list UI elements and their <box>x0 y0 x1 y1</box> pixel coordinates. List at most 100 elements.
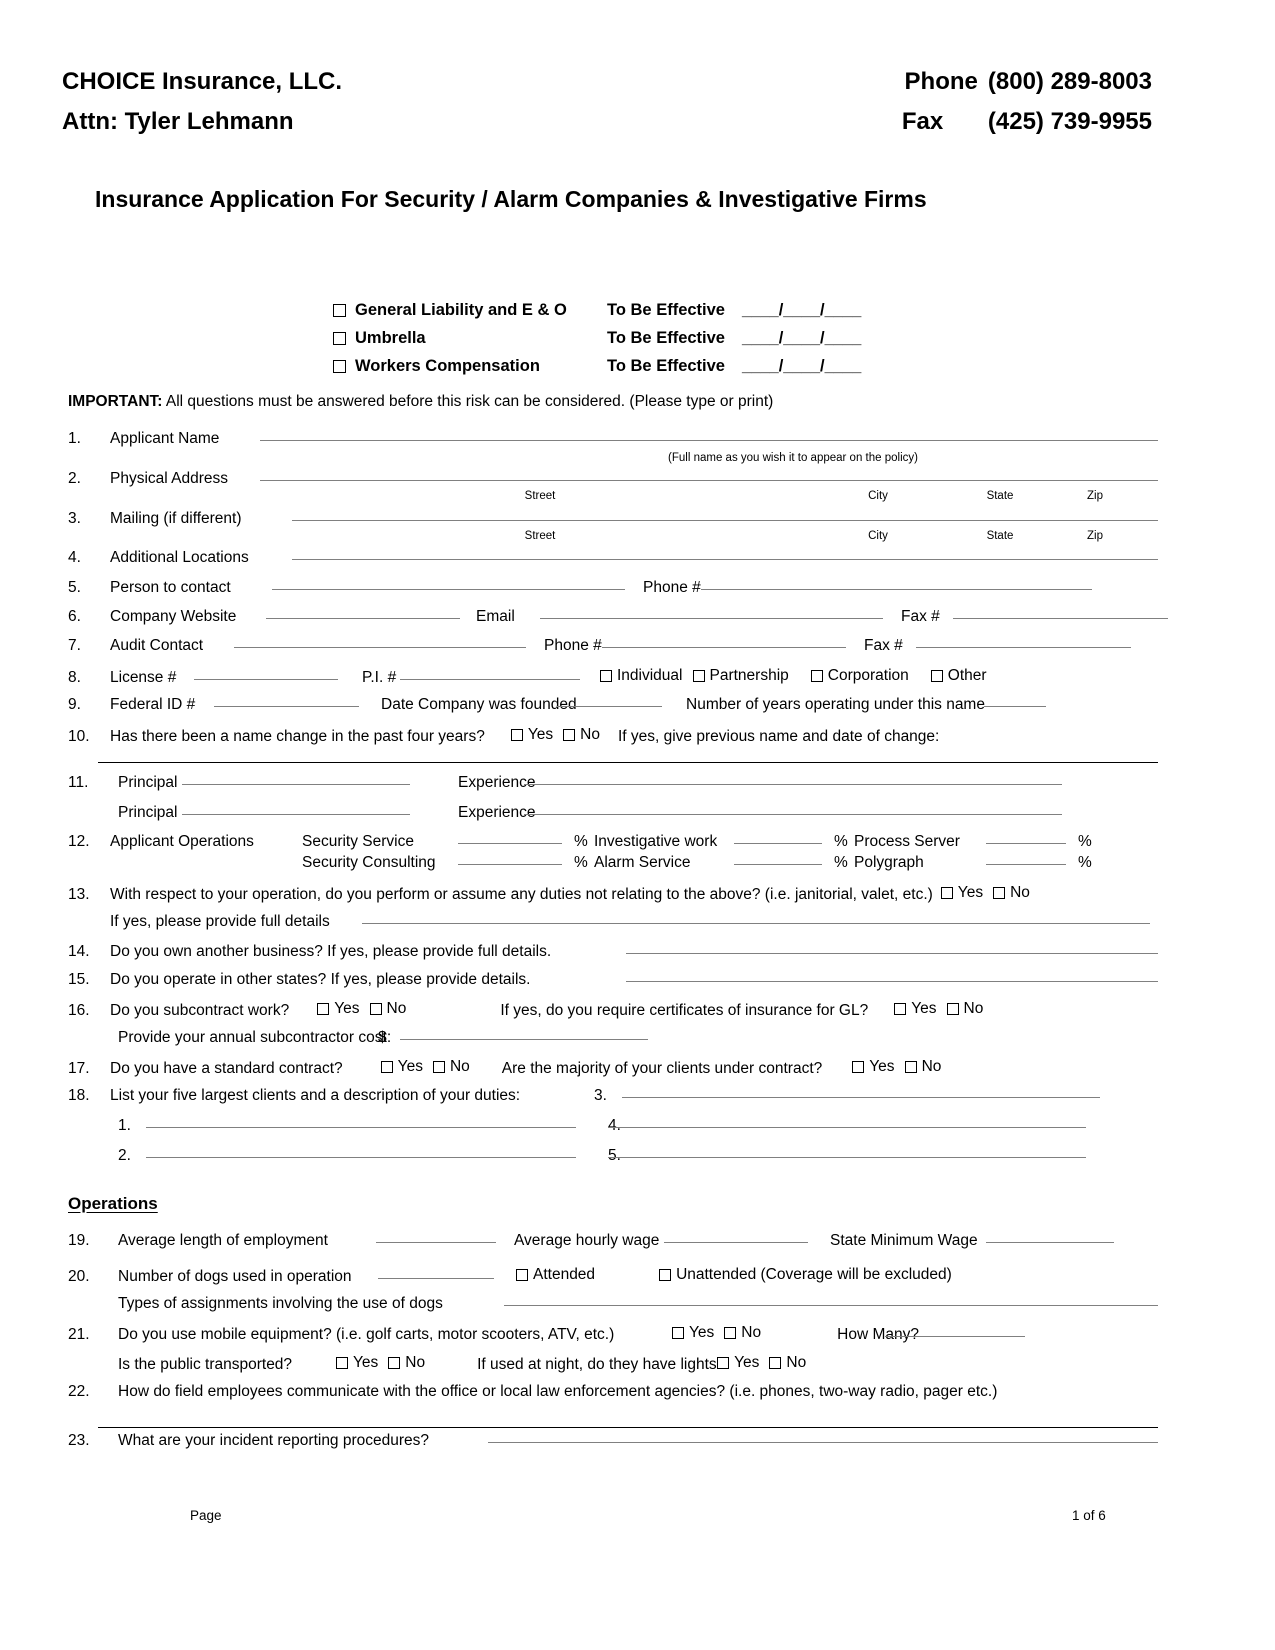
q5-phone-input[interactable] <box>701 589 1092 590</box>
effective-date-blank-3[interactable]: ____/____/____ <box>742 357 861 376</box>
q11-experience-input-2[interactable] <box>524 814 1062 815</box>
q10-no[interactable]: No <box>563 726 600 744</box>
q19-state-min-wage-input[interactable] <box>986 1242 1114 1243</box>
q16-cost-input[interactable] <box>400 1039 648 1040</box>
q8-license-number-input[interactable] <box>194 679 338 680</box>
checkbox-other[interactable] <box>930 670 943 682</box>
checkbox-partnership[interactable] <box>692 670 705 682</box>
q18-client-input-4[interactable] <box>608 1127 1086 1128</box>
q12-input-security-consulting[interactable] <box>458 864 562 865</box>
q12-input-security-service[interactable] <box>458 843 562 844</box>
q21-how-many-input[interactable] <box>885 1336 1026 1337</box>
q17b-yes[interactable]: Yes <box>852 1058 895 1076</box>
q17-no[interactable]: No <box>432 1058 470 1076</box>
q15-input[interactable] <box>626 981 1158 982</box>
q7-phone-input[interactable] <box>602 647 846 648</box>
q12-input-polygraph[interactable] <box>986 864 1066 865</box>
q18-client-input-5[interactable] <box>608 1157 1086 1158</box>
q2-physical-address-input[interactable] <box>260 480 1158 481</box>
checkbox-q17-no[interactable] <box>432 1061 445 1073</box>
checkbox-umbrella[interactable] <box>333 331 346 345</box>
q20-attended[interactable]: Attended <box>516 1266 595 1284</box>
checkbox-general-liability[interactable] <box>333 303 346 317</box>
q21-lights-no[interactable]: No <box>769 1354 806 1372</box>
checkbox-individual[interactable] <box>600 670 612 682</box>
q20-unattended[interactable]: Unattended (Coverage will be excluded) <box>659 1266 952 1284</box>
checkbox-q17-yes[interactable] <box>380 1061 393 1073</box>
q19-employment-length-input[interactable] <box>376 1242 496 1243</box>
q7-fax-input[interactable] <box>916 647 1131 648</box>
checkbox-q13-no[interactable] <box>993 887 1006 899</box>
q9-years-input[interactable] <box>984 706 1046 707</box>
entity-type-corporation[interactable]: Corporation <box>810 667 909 685</box>
q12-input-alarm-service[interactable] <box>734 864 822 865</box>
q11-experience-input-1[interactable] <box>524 784 1062 785</box>
q1-applicant-name-input[interactable] <box>260 440 1158 441</box>
checkbox-q21-yes[interactable] <box>672 1327 684 1339</box>
q21-no[interactable]: No <box>724 1324 761 1342</box>
q11-principal-input-2[interactable] <box>182 814 410 815</box>
q21-lights-yes[interactable]: Yes <box>717 1354 759 1372</box>
q7-audit-contact-input[interactable] <box>234 647 526 648</box>
checkbox-q16-no[interactable] <box>369 1003 382 1015</box>
checkbox-public-yes[interactable] <box>336 1357 348 1369</box>
q18-client-input-1[interactable] <box>146 1127 576 1128</box>
q20-dog-count-input[interactable] <box>378 1278 494 1279</box>
checkbox-corporation[interactable] <box>810 670 823 682</box>
q6-website-input[interactable] <box>266 618 460 619</box>
q8-pi-number-input[interactable] <box>400 679 580 680</box>
q21-public-no[interactable]: No <box>388 1354 425 1372</box>
checkbox-q13-yes[interactable] <box>940 887 953 899</box>
q12-input-investigative-work[interactable] <box>734 843 822 844</box>
checkbox-q10-no[interactable] <box>563 729 576 741</box>
checkbox-workers-compensation[interactable] <box>333 359 346 373</box>
checkbox-q10-yes[interactable] <box>510 729 523 741</box>
q11-principal-input-1[interactable] <box>182 784 410 785</box>
checkbox-q17b-yes[interactable] <box>852 1061 865 1073</box>
q12-input-process-server[interactable] <box>986 843 1066 844</box>
q16b-yes[interactable]: Yes <box>894 1000 937 1018</box>
entity-type-other[interactable]: Other <box>930 667 987 685</box>
q10-yes[interactable]: Yes <box>510 726 553 744</box>
q18-client-input-3[interactable] <box>622 1097 1100 1098</box>
q14-input[interactable] <box>626 953 1158 954</box>
checkbox-q16b-yes[interactable] <box>894 1003 907 1015</box>
q13-details-input[interactable] <box>362 923 1150 924</box>
checkbox-q16b-no[interactable] <box>946 1003 959 1015</box>
checkbox-unattended[interactable] <box>659 1269 672 1281</box>
q16b-no[interactable]: No <box>946 1000 983 1018</box>
effective-date-blank-1[interactable]: ____/____/____ <box>742 301 861 320</box>
checkbox-q21-no[interactable] <box>724 1327 737 1339</box>
checkbox-lights-no[interactable] <box>769 1357 782 1369</box>
effective-date-blank-2[interactable]: ____/____/____ <box>742 329 861 348</box>
checkbox-q17b-no[interactable] <box>904 1061 917 1073</box>
q18-client-input-2[interactable] <box>146 1157 576 1158</box>
q9-federal-id-input[interactable] <box>214 706 359 707</box>
checkbox-public-no[interactable] <box>388 1357 401 1369</box>
q21-yes[interactable]: Yes <box>672 1324 714 1342</box>
q21-public-yes[interactable]: Yes <box>336 1354 378 1372</box>
checkbox-attended[interactable] <box>516 1269 528 1281</box>
q17b-no[interactable]: No <box>904 1058 941 1076</box>
q13-yes[interactable]: Yes <box>940 884 983 902</box>
q16-number: 16. <box>68 1002 90 1019</box>
q16-yes[interactable]: Yes <box>317 1000 360 1018</box>
q9-founded-date-input[interactable] <box>557 706 662 707</box>
checkbox-lights-yes[interactable] <box>717 1357 730 1369</box>
entity-type-partnership[interactable]: Partnership <box>692 667 789 685</box>
q10-name-change-input[interactable] <box>98 762 1158 763</box>
q20-types-input[interactable] <box>504 1305 1158 1306</box>
q13-no[interactable]: No <box>993 884 1030 902</box>
q17-yes[interactable]: Yes <box>380 1058 423 1076</box>
q22-input[interactable] <box>98 1427 1158 1428</box>
checkbox-q16-yes[interactable] <box>317 1003 330 1015</box>
q3-mailing-address-input[interactable] <box>292 520 1158 521</box>
q19-hourly-wage-input[interactable] <box>664 1242 808 1243</box>
q16-no[interactable]: No <box>369 1000 406 1018</box>
q6-email-input[interactable] <box>540 618 883 619</box>
q23-input[interactable] <box>488 1442 1158 1443</box>
q4-additional-locations-input[interactable] <box>292 559 1158 560</box>
q5-contact-person-input[interactable] <box>272 589 625 590</box>
q6-fax-input[interactable] <box>953 618 1168 619</box>
entity-type-individual[interactable]: Individual <box>600 667 683 685</box>
